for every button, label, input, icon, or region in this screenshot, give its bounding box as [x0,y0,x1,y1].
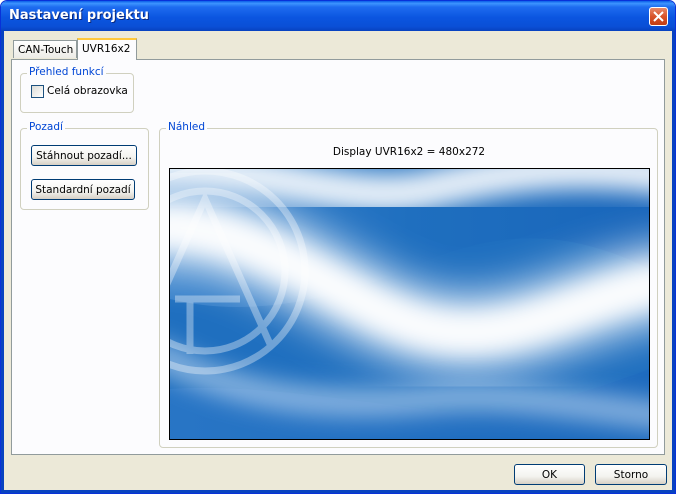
background-group: Pozadí Stáhnout pozadí... Standardní poz… [20,121,149,210]
close-button[interactable] [649,7,668,26]
fullscreen-checkbox-label: Celá obrazovka [47,85,128,97]
fullscreen-checkbox-row[interactable]: Celá obrazovka [31,84,128,98]
tab-uvr16x2[interactable]: UVR16x2 [77,38,137,60]
download-background-button[interactable]: Stáhnout pozadí... [31,145,137,166]
ok-button[interactable]: OK [514,464,585,485]
overview-group: Přehled funkcí Celá obrazovka [20,66,134,113]
tab-label: UVR16x2 [82,43,131,55]
tab-panel: Přehled funkcí Celá obrazovka Pozadí Stá… [11,59,665,455]
close-icon [653,11,664,22]
preview-group: Náhled Display UVR16x2 = 480x272 [159,121,658,448]
overview-group-label: Přehled funkcí [27,66,106,78]
window-frame-right [672,31,675,493]
title-bar[interactable]: Nastavení projektu [1,1,675,31]
background-group-label: Pozadí [27,121,65,133]
ok-button-label: OK [541,469,558,481]
preview-caption: Display UVR16x2 = 480x272 [332,146,486,158]
download-background-label: Stáhnout pozadí... [36,150,132,162]
dialog-window: Nastavení projektu CAN-Touch UVR16x2 Pře… [0,0,676,494]
preview-background-image [170,169,649,439]
tab-can-touch[interactable]: CAN-Touch [13,40,77,58]
cancel-button[interactable]: Storno [595,464,667,485]
window-frame-left [1,31,4,493]
preview-display [169,168,650,440]
window-title: Nastavení projektu [9,8,149,23]
fullscreen-checkbox[interactable] [31,84,44,98]
window-frame-bottom [1,490,675,493]
standard-background-button[interactable]: Standardní pozadí [31,179,135,200]
tab-label: CAN-Touch [18,44,74,56]
standard-background-label: Standardní pozadí [35,184,131,196]
preview-group-label: Náhled [166,121,207,133]
cancel-button-label: Storno [613,469,649,481]
